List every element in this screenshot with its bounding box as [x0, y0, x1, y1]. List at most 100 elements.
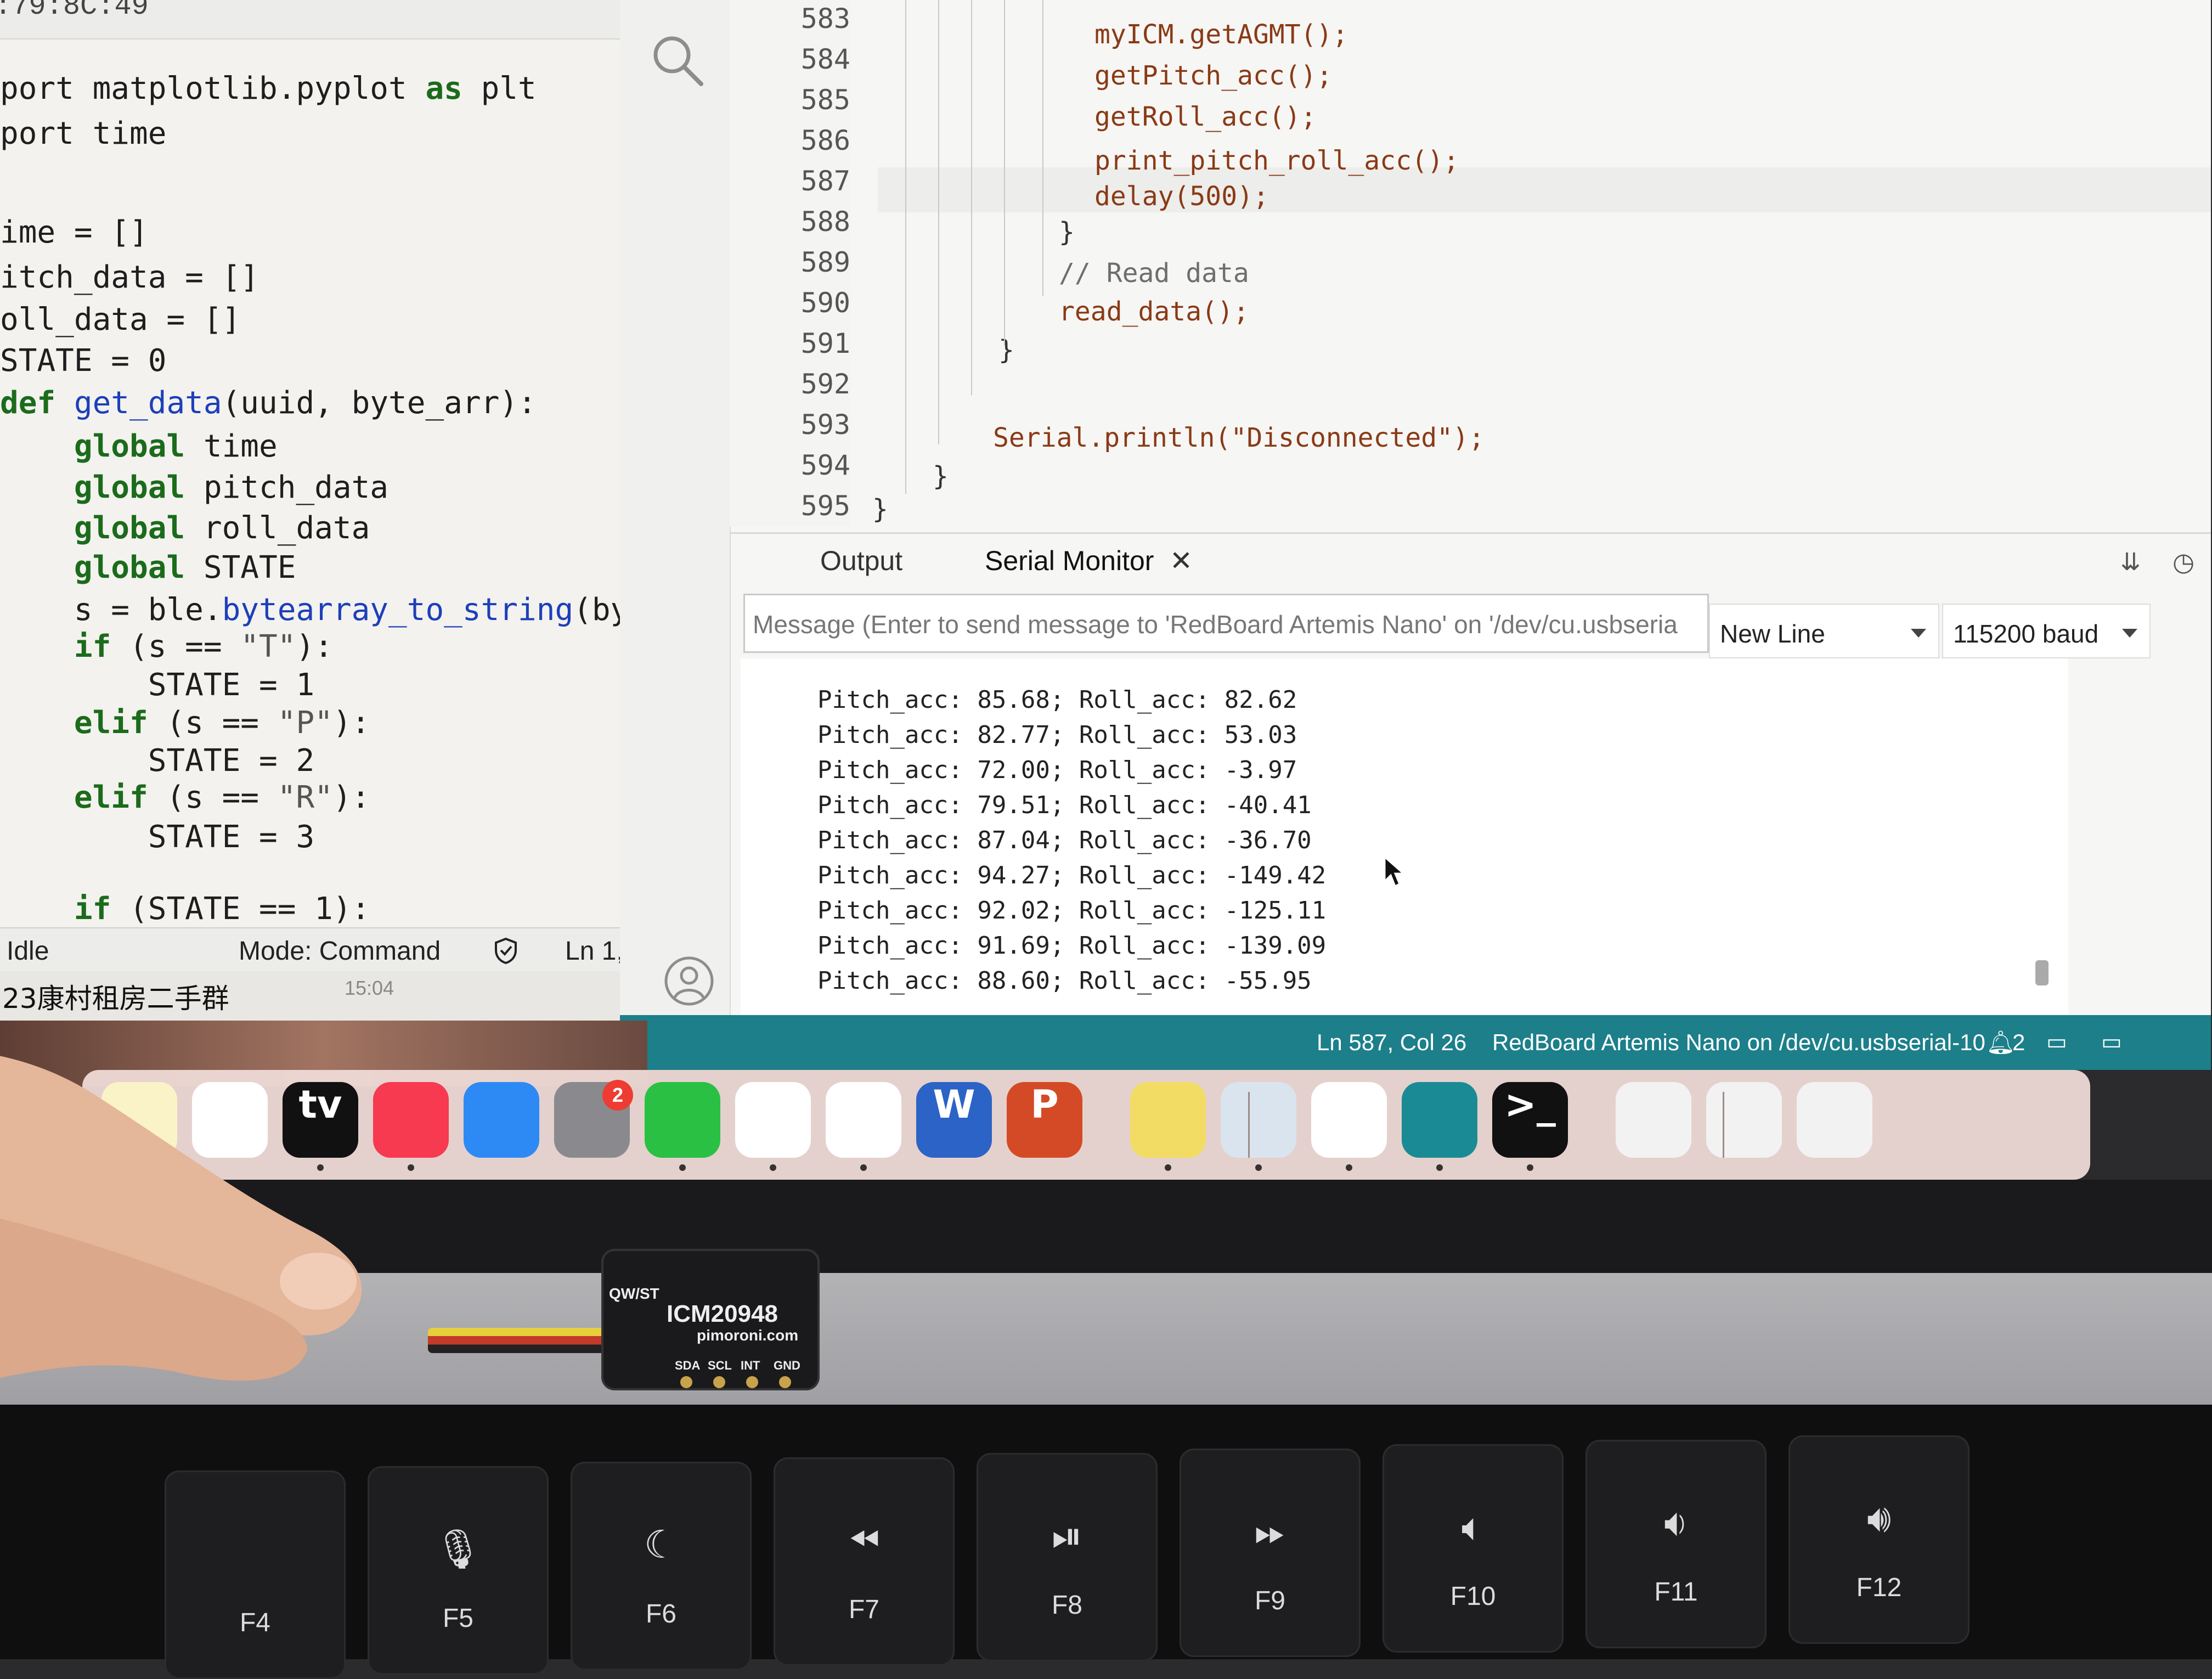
document-stack-icon[interactable]	[1616, 1082, 1691, 1158]
serial-line: Pitch_acc: 87.04; Roll_acc: -36.70	[817, 826, 1312, 854]
layout-toggle-icon[interactable]: ▭	[2101, 1029, 2122, 1055]
terminal-icon[interactable]: >_	[1492, 1082, 1568, 1158]
code-line: read_data();	[1059, 296, 1249, 327]
arduino-ide-window: 583 584 585 586 587 588 589 590 591 592 593 594 595 …	[620, 0, 2211, 1070]
app-glyph	[1797, 1082, 1872, 1158]
line-number: 590	[800, 287, 850, 319]
recent-window-icon[interactable]	[1706, 1082, 1782, 1158]
line-ending-value: New Line	[1720, 619, 1825, 648]
app-glyph	[1616, 1082, 1691, 1158]
baud-rate-select[interactable]: 115200 baud	[1942, 604, 2151, 658]
infuse-icon[interactable]	[1311, 1082, 1387, 1158]
board-pin-sda: SDA	[675, 1359, 701, 1372]
line-number: 587	[800, 165, 850, 197]
line-number: 586	[800, 125, 850, 156]
stickies-icon[interactable]	[1130, 1082, 1206, 1158]
music-window-icon[interactable]	[1797, 1082, 1872, 1158]
code-line: global pitch_data	[74, 469, 389, 505]
panel-toggle-icon[interactable]: ▭	[2046, 1029, 2067, 1055]
search-icon[interactable]	[647, 30, 708, 91]
notification-title: 23康村租房二手群	[2, 983, 229, 1015]
arduino-icon[interactable]	[1402, 1082, 1477, 1158]
account-icon[interactable]	[663, 955, 715, 1007]
app-glyph	[645, 1082, 720, 1158]
chevron-down-icon	[2122, 629, 2137, 638]
line-number: 589	[800, 246, 850, 278]
notification-time: 15:04	[345, 977, 394, 999]
keyboard: F4 🎙︎ F5 ☾ F6 ⏪︎ F7 ⏯︎ F8 ⏩︎ F9 🔈︎ F10 🔉︎ F11 🔊︎ F12	[0, 1405, 2212, 1679]
chrome-icon[interactable]	[826, 1082, 901, 1158]
running-indicator	[1255, 1164, 1262, 1171]
ide-status-bar: Ln 587, Col 26 RedBoard Artemis Nano on …	[620, 1015, 2211, 1070]
system-settings-icon[interactable]: 2	[554, 1080, 633, 1158]
f7-key[interactable]: ⏪︎ F7	[774, 1457, 955, 1666]
editor-status-bar: Idle Mode: Command Ln 1, C	[0, 927, 647, 972]
serial-line: Pitch_acc: 94.27; Roll_acc: -149.42	[817, 861, 1327, 889]
f4-key[interactable]: F4	[165, 1470, 346, 1679]
f5-key[interactable]: 🎙︎ F5	[368, 1466, 549, 1675]
key-symbol-icon: 🔈︎	[1462, 1505, 1485, 1550]
running-indicator	[679, 1164, 686, 1171]
code-line: global time	[74, 429, 278, 465]
code-line: getPitch_acc();	[1094, 60, 1333, 91]
current-line-highlight	[878, 167, 2211, 212]
address-fragment: :79:8C:49	[0, 0, 149, 22]
board-port[interactable]: RedBoard Artemis Nano on /dev/cu.usbseri…	[1492, 1029, 1985, 1056]
app-glyph: W	[933, 1082, 975, 1127]
wechat-icon[interactable]	[645, 1082, 720, 1158]
preview-icon[interactable]	[1221, 1082, 1296, 1158]
board-pad	[680, 1376, 692, 1388]
f8-key[interactable]: ⏯︎ F8	[977, 1453, 1158, 1661]
chat-notification[interactable]: 23康村租房二手群 15:04	[0, 971, 647, 1021]
app-glyph: P	[1030, 1082, 1059, 1127]
board-pin-scl: SCL	[708, 1359, 732, 1372]
vscode-icon[interactable]	[735, 1082, 811, 1158]
code-line: STATE = 0	[0, 342, 167, 379]
serial-output[interactable]: Pitch_acc: 85.68; Roll_acc: 82.62 Pitch_a…	[741, 658, 2068, 1021]
board-pad	[713, 1376, 725, 1388]
autoscroll-icon[interactable]: ⇊	[2120, 548, 2141, 576]
code-line: elif (s == "P"):	[74, 705, 370, 741]
serial-message-input[interactable]: Message (Enter to send message to 'RedBo…	[743, 594, 1709, 653]
f11-key[interactable]: 🔉︎ F11	[1585, 1440, 1767, 1648]
activity-rail	[620, 0, 731, 1070]
code-line: s = ble.bytearray_to_string(byte	[0, 592, 647, 628]
trash-icon[interactable]	[1887, 1082, 1963, 1158]
indent-guide	[1042, 0, 1043, 296]
mouse-pointer-icon	[1384, 856, 1404, 888]
f10-key[interactable]: 🔈︎ F10	[1383, 1444, 1564, 1653]
app-glyph	[464, 1082, 539, 1158]
tab-output[interactable]: Output	[820, 545, 902, 577]
key-label: F9	[1254, 1586, 1285, 1615]
board-pad	[746, 1376, 758, 1388]
close-icon[interactable]: ✕	[1170, 545, 1193, 577]
key-symbol-icon: ☾	[644, 1522, 679, 1567]
key-symbol-icon: ⏩︎	[1255, 1509, 1285, 1554]
word-icon[interactable]: W	[916, 1082, 992, 1158]
code-line: STATE = 1	[0, 667, 315, 703]
f6-key[interactable]: ☾ F6	[571, 1462, 752, 1670]
app-glyph	[1221, 1082, 1296, 1158]
code-line: print_pitch_roll_acc();	[1094, 145, 1459, 176]
editor-top-strip: :79:8C:49	[0, 0, 647, 40]
board-pin-int: INT	[741, 1359, 760, 1372]
app-store-icon[interactable]	[464, 1082, 539, 1158]
line-ending-select[interactable]: New Line	[1709, 604, 1939, 658]
python-editor-window: :79:8C:49 port matplotlib.pyplot as plt p…	[0, 0, 647, 1021]
line-number: 592	[800, 368, 850, 400]
key-label: F5	[442, 1604, 473, 1633]
code-line: Serial.println("Disconnected");	[993, 422, 1485, 453]
scrollbar-thumb[interactable]	[2035, 960, 2049, 985]
app-glyph	[1706, 1082, 1782, 1158]
bell-icon[interactable]: 🔔︎	[1986, 1029, 2015, 1056]
code-line: }	[933, 461, 949, 492]
code-line: def get_data(uuid, byte_arr):	[0, 385, 537, 421]
line-number: 585	[800, 84, 850, 116]
f12-key[interactable]: 🔊︎ F12	[1788, 1435, 1970, 1644]
tab-serial-monitor[interactable]: Serial Monitor	[985, 545, 1154, 577]
timestamp-icon[interactable]: ◷	[2172, 547, 2194, 577]
key-label: F7	[848, 1595, 879, 1624]
code-line: port matplotlib.pyplot as plt	[0, 70, 537, 106]
powerpoint-icon[interactable]: P	[1007, 1082, 1082, 1158]
f9-key[interactable]: ⏩︎ F9	[1180, 1449, 1361, 1657]
